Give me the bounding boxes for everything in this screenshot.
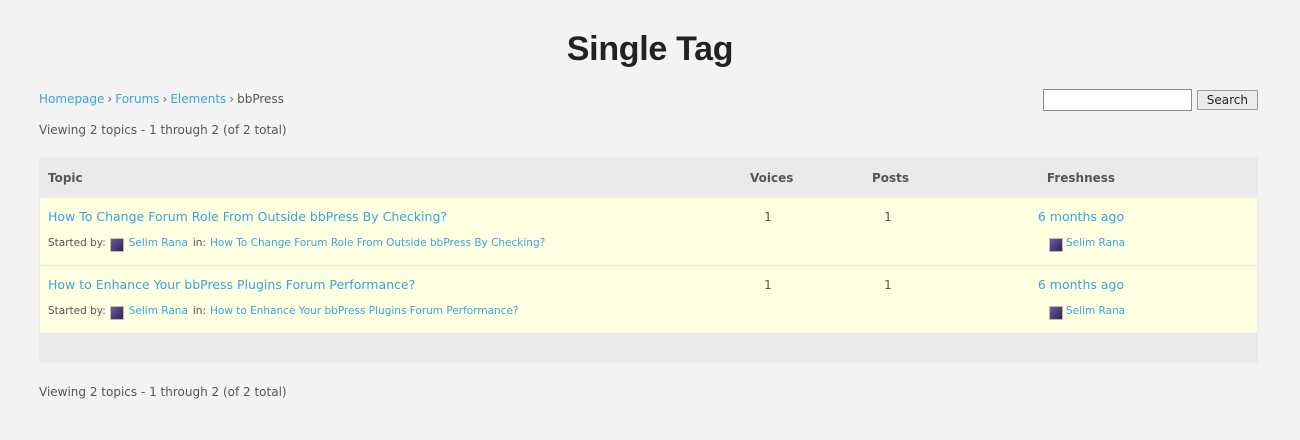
posts-count: 1 <box>884 210 892 224</box>
voices-count: 1 <box>764 278 772 292</box>
forum-link[interactable]: How To Change Forum Role From Outside bb… <box>210 237 545 249</box>
pagination-count-top: Viewing 2 topics - 1 through 2 (of 2 tot… <box>39 123 287 137</box>
topics-footer <box>40 333 1257 362</box>
started-by-label: Started by: <box>48 305 106 317</box>
search-input[interactable] <box>1042 89 1192 111</box>
freshness-author: Selim Rana <box>1047 236 1125 252</box>
breadcrumb-elements-link[interactable]: Elements <box>170 92 226 106</box>
breadcrumb: Homepage › Forums › Elements › bbPress <box>39 92 284 106</box>
forum-link[interactable]: How to Enhance Your bbPress Plugins Foru… <box>210 305 518 317</box>
page-title: Single Tag <box>566 30 734 68</box>
started-by-label: Started by: <box>48 237 106 249</box>
topics-table: Topic Voices Posts Freshness How To Chan… <box>39 157 1258 363</box>
freshness-link[interactable]: 6 months ago <box>1000 209 1162 224</box>
author-link[interactable]: Selim Rana <box>129 237 188 249</box>
search-button[interactable]: Search <box>1196 90 1258 110</box>
breadcrumb-forums-link[interactable]: Forums <box>115 92 159 106</box>
last-author-avatar[interactable] <box>1049 238 1063 252</box>
freshness-link[interactable]: 6 months ago <box>1000 277 1162 292</box>
breadcrumb-separator: › <box>107 92 113 106</box>
last-author-link[interactable]: Selim Rana <box>1066 237 1125 249</box>
header-voices: Voices <box>750 171 794 185</box>
breadcrumb-homepage-link[interactable]: Homepage <box>39 92 104 106</box>
freshness-author: Selim Rana <box>1047 304 1125 320</box>
topic-meta: Started by: Selim Rana in: How To Change… <box>48 236 545 252</box>
breadcrumb-current: bbPress <box>237 92 284 106</box>
header-freshness: Freshness <box>1046 171 1116 185</box>
pagination-count-bottom: Viewing 2 topics - 1 through 2 (of 2 tot… <box>39 385 287 399</box>
in-label: in: <box>192 237 207 249</box>
topic-meta: Started by: Selim Rana in: How to Enhanc… <box>48 304 518 320</box>
author-avatar[interactable] <box>109 238 124 252</box>
in-label: in: <box>192 305 207 317</box>
voices-count: 1 <box>764 210 772 224</box>
header-posts: Posts <box>872 171 910 185</box>
breadcrumb-separator: › <box>162 92 168 106</box>
last-author-link[interactable]: Selim Rana <box>1066 305 1125 317</box>
author-link[interactable]: Selim Rana <box>129 305 188 317</box>
topic-title-link[interactable]: How To Change Forum Role From Outside bb… <box>48 209 447 224</box>
topic-row: How to Enhance Your bbPress Plugins Foru… <box>40 265 1257 333</box>
author-avatar[interactable] <box>109 306 124 320</box>
last-author-avatar[interactable] <box>1049 306 1063 320</box>
topic-title-link[interactable]: How to Enhance Your bbPress Plugins Foru… <box>48 277 415 292</box>
search-form: Search <box>1042 89 1258 111</box>
topic-row: How To Change Forum Role From Outside bb… <box>40 197 1257 265</box>
topics-header: Topic Voices Posts Freshness <box>40 158 1257 197</box>
posts-count: 1 <box>884 278 892 292</box>
header-topic: Topic <box>48 171 83 185</box>
breadcrumb-separator: › <box>229 92 235 106</box>
